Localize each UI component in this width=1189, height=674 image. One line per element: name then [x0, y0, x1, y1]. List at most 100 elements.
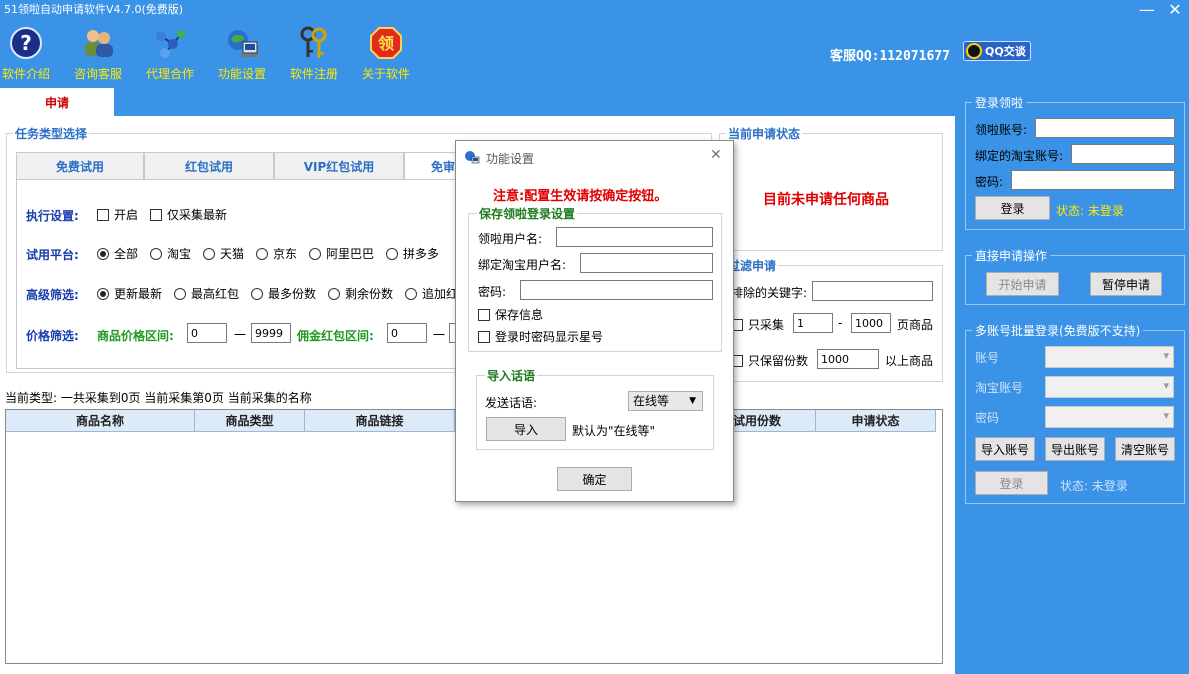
dialog-ok-button[interactable]: 确定: [557, 467, 632, 491]
radio-dot: [97, 247, 109, 260]
save-info-checkbox[interactable]: 保存信息: [478, 306, 543, 323]
exec-enable-checkbox[interactable]: 开启: [97, 206, 138, 223]
column-header-status[interactable]: 申请状态: [816, 410, 936, 432]
collect-only-label: 只采集: [748, 318, 785, 332]
filter-max-redpacket-radio[interactable]: 最高红包: [174, 285, 239, 302]
price-range-label: 商品价格区间:: [97, 329, 174, 343]
column-header-copies[interactable]: 试用份数: [725, 410, 816, 432]
radio-dot: [256, 247, 268, 260]
platform-alibaba-radio[interactable]: 阿里巴巴: [309, 245, 374, 262]
dialog-title: 功能设置: [486, 152, 535, 166]
price-max-input[interactable]: [251, 323, 291, 343]
minimize-button[interactable]: —: [1135, 0, 1159, 20]
exclude-keyword-input[interactable]: [812, 281, 933, 301]
subtab-redpacket-trial[interactable]: 红包试用: [144, 152, 274, 180]
login-account-input[interactable]: [1035, 118, 1175, 138]
show-stars-checkbox[interactable]: 登录时密码显示星号: [478, 328, 603, 345]
keep-copies-checkbox[interactable]: 只保留份数: [731, 352, 808, 369]
platform-taobao-label: 淘宝: [167, 247, 192, 261]
subtab-vip-redpacket-trial[interactable]: VIP红包试用: [274, 152, 404, 180]
radio-dot: [203, 247, 215, 260]
pause-apply-button[interactable]: 暂停申请: [1090, 272, 1162, 296]
filter-remaining-radio[interactable]: 剩余份数: [328, 285, 393, 302]
toolbar-intro-button[interactable]: ? 软件介绍: [0, 26, 60, 82]
keep-copies-input[interactable]: [817, 349, 879, 369]
exclude-keyword-label: 排除的关键字:: [731, 286, 808, 300]
platform-taobao-radio[interactable]: 淘宝: [150, 245, 191, 262]
send-phrase-label: 发送话语:: [485, 396, 538, 410]
toolbar-service-button[interactable]: 咨询客服: [64, 26, 132, 82]
dialog-username-input[interactable]: [556, 227, 713, 247]
platform-tmall-radio[interactable]: 天猫: [203, 245, 244, 262]
task-type-group-title: 任务类型选择: [13, 125, 90, 142]
toolbar-about-button[interactable]: 领 关于软件: [352, 26, 420, 82]
send-phrase-select[interactable]: 在线等 ▼: [628, 391, 703, 411]
bonus-min-input[interactable]: [387, 323, 427, 343]
platform-jd-label: 京东: [273, 247, 298, 261]
filter-remaining-label: 剩余份数: [345, 287, 394, 301]
column-header-type[interactable]: 商品类型: [195, 410, 305, 432]
platform-all-radio[interactable]: 全部: [97, 245, 138, 262]
platform-jd-radio[interactable]: 京东: [256, 245, 297, 262]
column-header-name[interactable]: 商品名称: [6, 410, 195, 432]
clear-accounts-button[interactable]: 清空账号: [1115, 437, 1175, 461]
keep-copies-label: 只保留份数: [748, 354, 809, 368]
radio-dot: [251, 287, 263, 300]
toolbar-about-label: 关于软件: [361, 67, 410, 81]
filter-most-copies-radio[interactable]: 最多份数: [251, 285, 316, 302]
page-from-input[interactable]: [793, 313, 833, 333]
default-phrase-note: 默认为"在线等": [572, 424, 656, 438]
exec-latest-only-checkbox[interactable]: 仅采集最新: [150, 206, 227, 223]
toolbar-agent-button[interactable]: 代理合作: [136, 26, 204, 82]
about-badge-icon: 领: [370, 27, 402, 59]
checkbox-box: [150, 208, 162, 221]
bonus-dash: 一: [433, 328, 446, 342]
keep-copies-suffix: 以上商品: [885, 354, 934, 368]
login-taobao-label: 绑定的淘宝账号:: [975, 149, 1064, 163]
tab-apply[interactable]: 申请: [0, 88, 114, 116]
import-phrase-button[interactable]: 导入: [486, 417, 566, 441]
close-button[interactable]: ✕: [1163, 0, 1187, 20]
radio-dot: [309, 247, 321, 260]
toolbar-register-button[interactable]: 软件注册: [280, 26, 348, 82]
page-to-input[interactable]: [851, 313, 891, 333]
platform-alibaba-label: 阿里巴巴: [326, 247, 375, 261]
login-password-input[interactable]: [1011, 170, 1175, 190]
batch-login-button[interactable]: 登录: [975, 471, 1048, 495]
import-accounts-button[interactable]: 导入账号: [975, 437, 1035, 461]
dialog-taobao-input[interactable]: [580, 253, 713, 273]
login-account-label: 领啦账号:: [975, 123, 1028, 137]
start-apply-button[interactable]: 开始申请: [986, 272, 1059, 296]
network-icon: [156, 30, 185, 58]
filter-label: 高级筛选:: [26, 288, 79, 302]
qq-chat-label: QQ交谈: [985, 45, 1026, 58]
platform-pdd-label: 拼多多: [403, 247, 440, 261]
price-min-input[interactable]: [187, 323, 227, 343]
dialog-close-button[interactable]: ✕: [710, 147, 722, 163]
collect-only-checkbox[interactable]: 只采集: [731, 316, 784, 333]
current-status-title: 当前申请状态: [726, 125, 803, 142]
checkbox-box: [97, 208, 109, 221]
column-header-link[interactable]: 商品链接: [305, 410, 455, 432]
login-taobao-input[interactable]: [1071, 144, 1175, 164]
qq-chat-button[interactable]: QQ交谈: [963, 41, 1031, 61]
exec-latest-only-label: 仅采集最新: [167, 208, 228, 222]
toolbar-service-label: 咨询客服: [73, 67, 122, 81]
filter-extra-redpacket-radio[interactable]: 追加红: [405, 285, 455, 302]
dialog-password-input[interactable]: [520, 280, 713, 300]
platform-pdd-radio[interactable]: 拼多多: [386, 245, 439, 262]
dialog-username-label: 领啦用户名:: [478, 232, 543, 246]
login-button[interactable]: 登录: [975, 196, 1050, 220]
filter-latest-radio[interactable]: 更新最新: [97, 285, 162, 302]
subtab-free-trial[interactable]: 免费试用: [16, 152, 144, 180]
export-accounts-button[interactable]: 导出账号: [1045, 437, 1105, 461]
login-group-title: 登录领啦: [972, 94, 1027, 111]
filter-max-redpacket-label: 最高红包: [191, 287, 240, 301]
toolbar-intro-label: 软件介绍: [1, 67, 50, 81]
platform-tmall-label: 天猫: [220, 247, 245, 261]
page-suffix: 页商品: [897, 318, 934, 332]
batch-taobao-label: 淘宝账号: [975, 381, 1024, 395]
send-phrase-value: 在线等: [633, 394, 670, 408]
toolbar-settings-button[interactable]: 功能设置: [208, 26, 276, 82]
batch-login-status: 状态: 未登录: [1060, 479, 1128, 493]
